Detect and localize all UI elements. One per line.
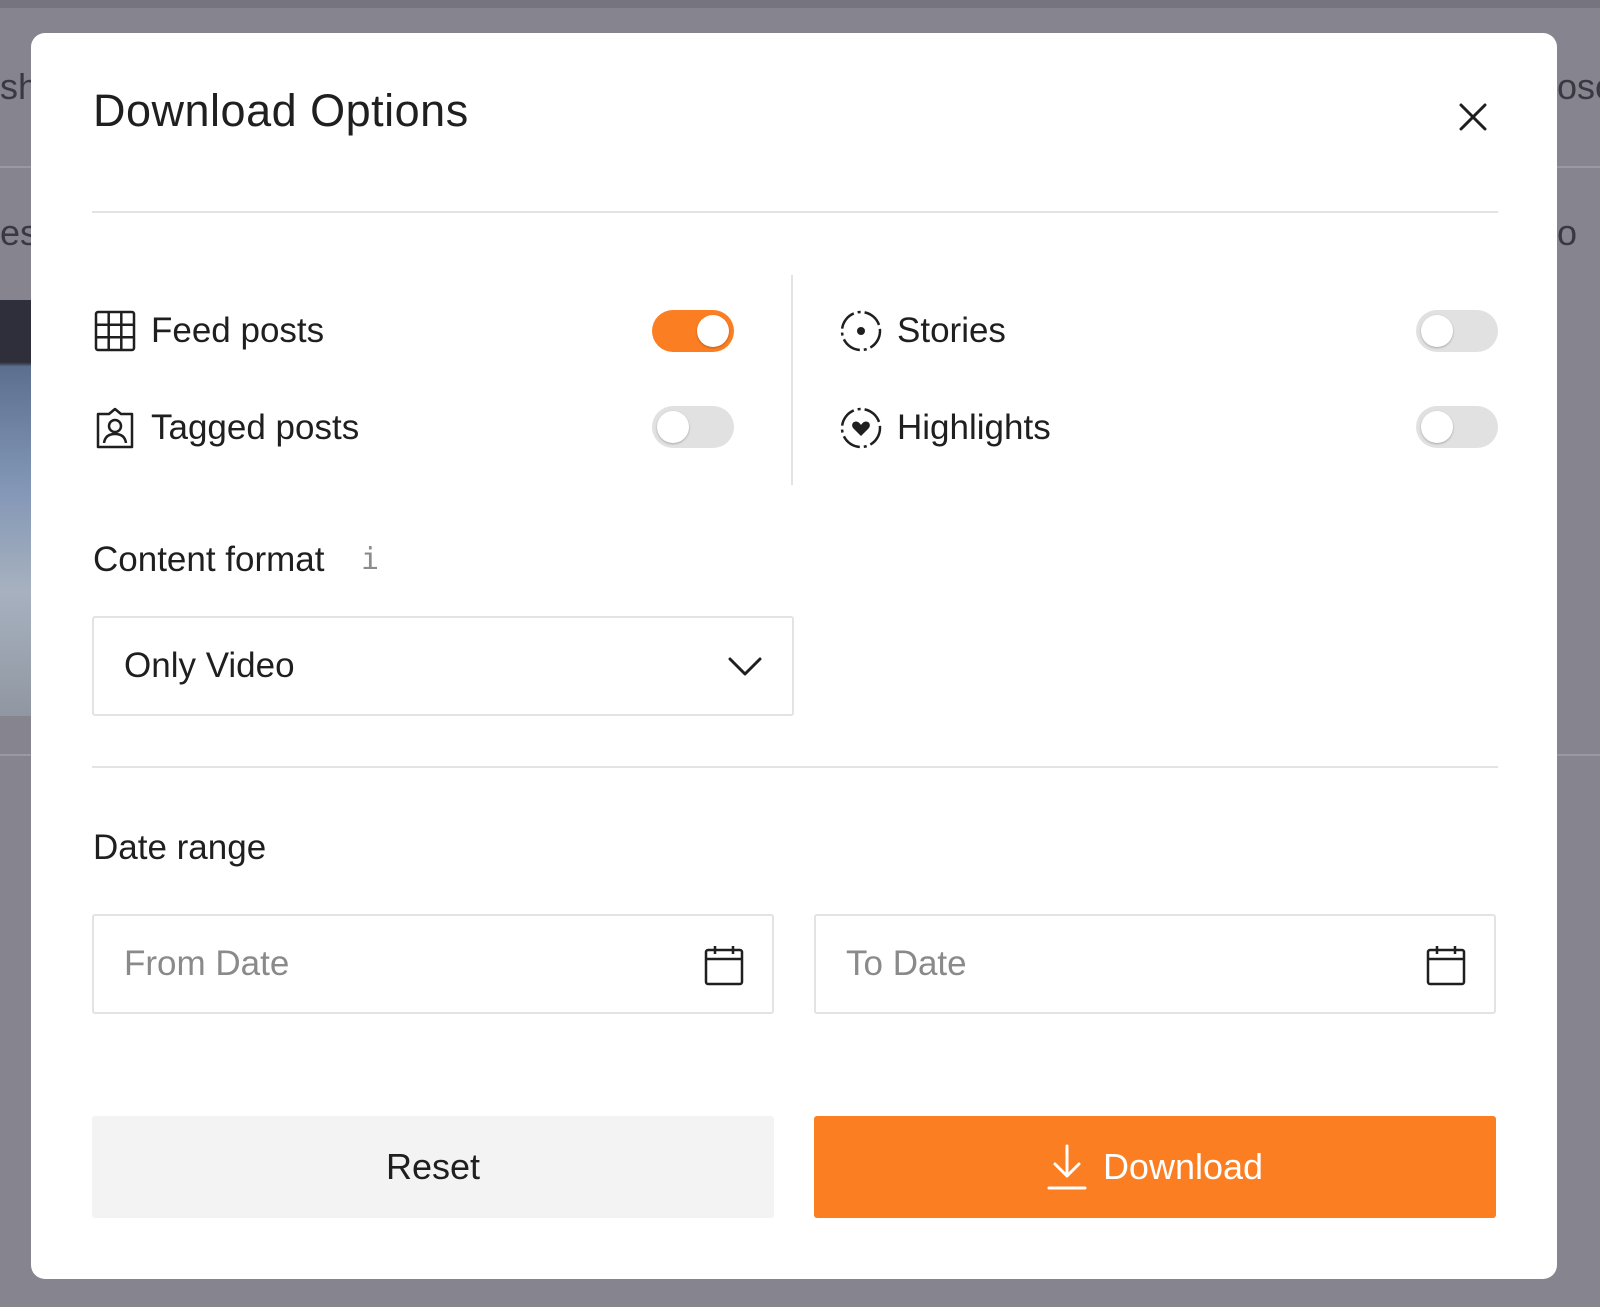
toggle-knob: [657, 411, 689, 443]
calendar-icon[interactable]: [1426, 944, 1466, 986]
close-icon: [1459, 103, 1487, 131]
background-divider: [0, 754, 32, 756]
content-format-value: Only Video: [124, 646, 295, 685]
download-icon: [1047, 1144, 1087, 1190]
option-label: Highlights: [897, 408, 1051, 447]
download-options-dialog: Download Options Feed posts Tagged posts: [31, 33, 1557, 1279]
background-text-fragment: osc: [1557, 66, 1600, 107]
option-tagged-posts: Tagged posts: [93, 406, 359, 450]
option-stories: Stories: [839, 309, 1006, 353]
option-highlights: Highlights: [839, 406, 1051, 450]
to-date-input[interactable]: [846, 944, 1386, 984]
stories-toggle[interactable]: [1416, 310, 1498, 352]
from-date-field[interactable]: [92, 914, 774, 1014]
background-top-bar: [0, 0, 1600, 8]
stories-icon: [839, 309, 883, 353]
feed-posts-toggle[interactable]: [652, 310, 734, 352]
background-divider: [1557, 166, 1600, 168]
toggle-knob: [697, 315, 729, 347]
background-divider: [1557, 754, 1600, 756]
to-date-field[interactable]: [814, 914, 1496, 1014]
download-button-label: Download: [1102, 1146, 1264, 1187]
highlights-toggle[interactable]: [1416, 406, 1498, 448]
toggle-knob: [1421, 315, 1453, 347]
date-range-label: Date range: [93, 828, 267, 867]
option-feed-posts: Feed posts: [93, 309, 324, 353]
toggle-knob: [1421, 411, 1453, 443]
section-divider: [92, 766, 1498, 768]
header-divider: [92, 211, 1498, 213]
option-label: Stories: [897, 311, 1006, 350]
reset-button[interactable]: Reset: [92, 1116, 774, 1218]
grid-icon: [93, 309, 137, 353]
download-button[interactable]: Download: [814, 1116, 1496, 1218]
option-label: Tagged posts: [151, 408, 360, 447]
from-date-input[interactable]: [124, 944, 664, 984]
content-format-select[interactable]: Only Video: [92, 616, 794, 716]
chevron-down-icon: [728, 657, 762, 676]
background-text-fragment: o: [1557, 212, 1578, 253]
background-divider: [0, 166, 32, 168]
reset-button-label: Reset: [385, 1146, 481, 1187]
info-icon[interactable]: i: [361, 542, 379, 577]
tagged-posts-toggle[interactable]: [652, 406, 734, 448]
close-button[interactable]: [1449, 93, 1497, 141]
background-image: [0, 300, 32, 716]
content-format-label: Content format: [93, 540, 325, 579]
tagged-person-icon: [93, 406, 137, 450]
option-label: Feed posts: [151, 311, 325, 350]
highlights-heart-icon: [839, 406, 883, 450]
dialog-title: Download Options: [93, 85, 469, 136]
calendar-icon[interactable]: [704, 944, 744, 986]
column-divider: [791, 275, 793, 485]
